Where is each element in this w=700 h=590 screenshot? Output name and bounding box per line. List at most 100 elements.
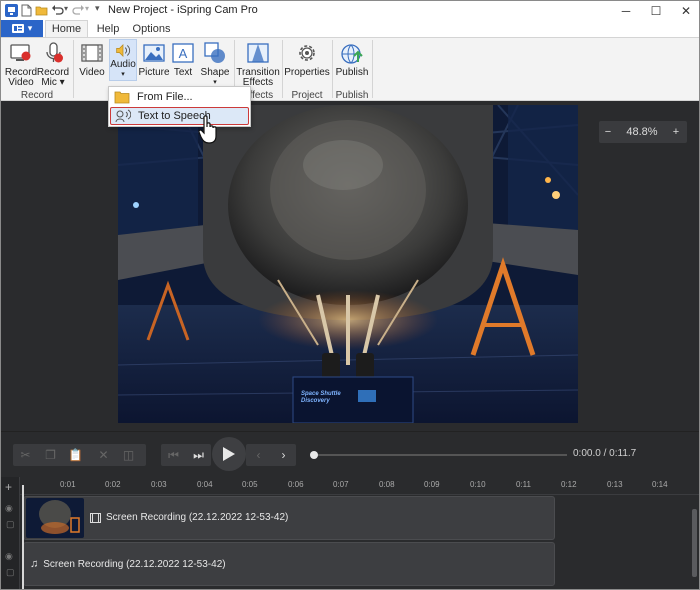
video-track-clip[interactable]: Screen Recording (22.12.2022 12-53-42)	[23, 496, 555, 540]
window-title: New Project - iSpring Cam Pro	[108, 4, 258, 16]
picture-icon	[143, 44, 165, 62]
video-track-label: Screen Recording (22.12.2022 12-53-42)	[90, 512, 288, 523]
audio-dropdown-icon: ▾	[121, 71, 125, 78]
tick-label: 0:05	[242, 480, 258, 489]
undo-dropdown-icon[interactable]: ▾	[64, 4, 68, 13]
tick-label: 0:12	[561, 480, 577, 489]
lock-icon-audio[interactable]: ▢	[6, 567, 15, 578]
record-mic-button[interactable]: Record Mic ▾	[37, 41, 69, 88]
zoom-in-button[interactable]: +	[667, 126, 685, 138]
transition-effects-button[interactable]: Transition Effects	[236, 41, 280, 88]
menu-item-from-file[interactable]: From File...	[110, 88, 249, 106]
preview-area: − 48.8% + Space Shuttle Discovery	[1, 101, 699, 431]
customize-toolbar-icon[interactable]: ▾	[95, 3, 100, 14]
record-video-icon	[10, 44, 31, 61]
transition-icon	[247, 43, 269, 63]
menu-item-text-to-speech[interactable]: Text to Speech	[110, 107, 249, 125]
copy-icon[interactable]: ❐	[38, 444, 63, 466]
zoom-out-button[interactable]: −	[599, 126, 617, 138]
playhead[interactable]	[22, 485, 24, 589]
time-ruler[interactable]: 0:01 0:02 0:03 0:04 0:05 0:06 0:07 0:08 …	[20, 477, 699, 495]
timeline: + ◉ ▢ ◉ ▢ 0:01 0:02 0:03 0:04 0:05 0:06 …	[1, 477, 699, 589]
app-menu-chevron: ▾	[27, 23, 33, 33]
insert-shape-button[interactable]: Shape ▾	[201, 41, 229, 88]
time-separator: /	[600, 448, 610, 459]
track-controls: + ◉ ▢ ◉ ▢	[1, 477, 20, 589]
insert-picture-button[interactable]: Picture	[138, 41, 170, 78]
close-button[interactable]: ✕	[671, 1, 699, 20]
properties-button[interactable]: Properties	[284, 41, 330, 78]
split-icon[interactable]: ◫	[116, 444, 141, 466]
maximize-button[interactable]: ☐	[641, 1, 671, 20]
shape-label: Shape	[200, 67, 230, 78]
zoom-level[interactable]: 48.8%	[617, 126, 667, 138]
delete-icon[interactable]: ✕	[91, 444, 116, 466]
properties-label: Properties	[284, 67, 330, 78]
seek-bar[interactable]	[313, 454, 567, 456]
title-bar: ▾ ▾ ▾ New Project - iSpring Cam Pro ─ ☐ …	[1, 1, 699, 20]
tick-label: 0:01	[60, 480, 76, 489]
film-strip-icon	[90, 512, 101, 523]
record-video-button[interactable]: Record Video	[5, 41, 37, 88]
undo-icon[interactable]	[51, 4, 64, 17]
app-window: ▾ ▾ ▾ New Project - iSpring Cam Pro ─ ☐ …	[0, 0, 700, 590]
folder-icon	[114, 91, 130, 104]
clip-thumbnail	[26, 498, 84, 538]
next-icon[interactable]: ›	[271, 444, 296, 466]
publish-label: Publish	[335, 67, 369, 78]
seek-handle[interactable]	[310, 451, 318, 459]
video-frame[interactable]: Space Shuttle Discovery	[118, 105, 578, 423]
group-label-project: Project	[291, 90, 323, 101]
ribbon-home: Record Video Record Mic ▾ Record Video A…	[1, 37, 699, 101]
tick-label: 0:07	[333, 480, 349, 489]
tick-label: 0:02	[105, 480, 121, 489]
minimize-button[interactable]: ─	[611, 1, 641, 20]
audio-dropdown-menu: From File... Text to Speech	[108, 86, 251, 127]
zoom-control: − 48.8% +	[599, 121, 687, 143]
picture-label: Picture	[138, 67, 170, 78]
skip-to-start-icon[interactable]: ⏮	[161, 444, 186, 466]
space-shuttle-image: Space Shuttle Discovery	[118, 105, 578, 423]
previous-icon[interactable]: ‹	[246, 444, 271, 466]
insert-text-button[interactable]: A Text	[171, 41, 195, 78]
gear-icon	[299, 45, 315, 61]
visibility-eye-icon-audio[interactable]: ◉	[5, 551, 13, 562]
insert-video-button[interactable]: Video	[78, 41, 106, 78]
visibility-eye-icon[interactable]: ◉	[5, 503, 13, 514]
step-controls-left: ⏮ ⏭	[161, 444, 211, 466]
timeline-scrollbar[interactable]	[691, 495, 699, 589]
shape-icon	[204, 42, 225, 63]
new-file-icon[interactable]	[20, 4, 33, 17]
edit-tools-group: ✂ ❐ 📋 ✕ ◫	[13, 444, 146, 466]
app-menu-button[interactable]: ▾	[1, 20, 43, 37]
publish-button[interactable]: Publish	[335, 41, 369, 78]
ribbon-separator	[73, 40, 74, 98]
music-note-icon: ♫	[30, 558, 39, 570]
lock-icon[interactable]: ▢	[6, 519, 15, 530]
redo-icon[interactable]	[72, 4, 85, 17]
tab-options[interactable]: Options	[128, 20, 175, 37]
tab-home[interactable]: Home	[45, 20, 88, 37]
tick-label: 0:13	[607, 480, 623, 489]
group-label-publish: Publish	[335, 90, 369, 101]
next-frame-icon[interactable]: ⏭	[186, 444, 211, 466]
tick-label: 0:06	[288, 480, 304, 489]
ribbon-tabs: ▾ Home Help Options	[1, 20, 699, 37]
film-icon	[81, 44, 103, 62]
tick-label: 0:11	[516, 480, 531, 489]
placard-subtitle: Discovery	[301, 398, 330, 404]
insert-audio-button[interactable]: Audio ▾	[109, 39, 137, 81]
paste-icon[interactable]: 📋	[63, 444, 88, 466]
audio-track-clip[interactable]: ♫ Screen Recording (22.12.2022 12-53-42)	[23, 542, 555, 586]
open-folder-icon[interactable]	[35, 4, 48, 17]
play-button[interactable]	[212, 437, 246, 471]
play-icon	[223, 447, 235, 461]
globe-upload-icon	[341, 44, 363, 64]
group-label-record: Record	[20, 90, 54, 101]
step-controls-right: ‹ ›	[246, 444, 296, 466]
add-track-button[interactable]: +	[5, 480, 12, 494]
scrollbar-thumb[interactable]	[692, 509, 697, 577]
tab-help[interactable]: Help	[88, 20, 128, 37]
redo-dropdown-icon[interactable]: ▾	[85, 4, 89, 13]
cut-icon[interactable]: ✂	[13, 444, 38, 466]
